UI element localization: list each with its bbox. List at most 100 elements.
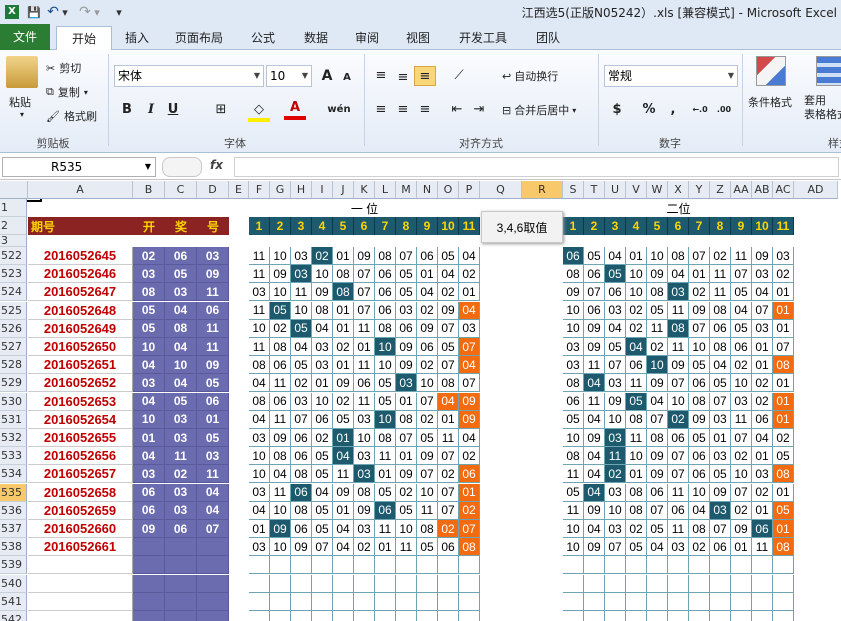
group2-cell[interactable]: 05	[647, 301, 668, 320]
empty-group1-cell[interactable]	[417, 574, 438, 593]
orientation-icon[interactable]: ⟋	[448, 66, 470, 86]
group2-cell[interactable]: 07	[710, 392, 731, 411]
empty-group1-cell[interactable]	[312, 611, 333, 621]
group1-cell[interactable]: 10	[270, 247, 291, 265]
group2-cell[interactable]: 01	[689, 265, 710, 284]
row-header-534[interactable]: 534	[0, 465, 27, 484]
empty-group2-cell[interactable]	[731, 611, 752, 621]
insert-function-icon[interactable]: fx	[210, 158, 223, 172]
period-id-cell[interactable]: 2016052648	[28, 301, 133, 320]
empty-group2-cell[interactable]	[752, 611, 773, 621]
group2-cell[interactable]: 11	[752, 538, 773, 557]
group1-cell[interactable]: 04	[333, 447, 354, 466]
group2-cell[interactable]: 05	[647, 520, 668, 538]
empty-group1-cell[interactable]	[249, 574, 270, 593]
group1-cell[interactable]: 06	[291, 483, 312, 502]
group1-cell[interactable]: 09	[333, 374, 354, 393]
period-id-cell[interactable]: 2016052645	[28, 247, 133, 265]
group1-cell[interactable]: 02	[459, 265, 480, 284]
period-id-cell[interactable]: 2016052649	[28, 319, 133, 338]
empty-group1-cell[interactable]	[270, 556, 291, 575]
group1-cell[interactable]: 07	[438, 447, 459, 466]
group2-cell[interactable]: 07	[752, 301, 773, 320]
empty-group1-cell[interactable]	[249, 611, 270, 621]
empty-group1-cell[interactable]	[333, 556, 354, 575]
row-header-541[interactable]: 541	[0, 592, 27, 611]
group1-cell[interactable]: 10	[270, 283, 291, 302]
group2-cell[interactable]: 08	[773, 538, 794, 557]
column-header-A[interactable]: A	[28, 181, 133, 199]
column-header-V[interactable]: V	[626, 181, 647, 199]
empty-group1-cell[interactable]	[438, 611, 459, 621]
undo-dropdown-icon[interactable]: ▾	[60, 3, 70, 21]
draw-number-cell[interactable]: 05	[197, 429, 229, 447]
group1-cell[interactable]: 06	[291, 520, 312, 538]
group1-cell[interactable]: 02	[438, 283, 459, 302]
group1-cell[interactable]: 09	[270, 520, 291, 538]
draw-number-cell[interactable]: 06	[133, 483, 165, 502]
group2-cell[interactable]: 07	[605, 538, 626, 557]
tab-5[interactable]: 数据	[290, 26, 342, 50]
group2-cell[interactable]: 10	[731, 465, 752, 484]
group1-cell[interactable]: 11	[354, 356, 375, 375]
group1-cell[interactable]: 07	[459, 374, 480, 393]
group1-cell[interactable]: 02	[459, 447, 480, 466]
group2-cell[interactable]: 10	[647, 356, 668, 375]
draw-number-cell[interactable]: 05	[165, 392, 197, 411]
group2-cell[interactable]: 05	[710, 374, 731, 393]
empty-group1-cell[interactable]	[270, 611, 291, 621]
group2-cell[interactable]: 06	[689, 447, 710, 466]
group1-cell[interactable]: 08	[249, 356, 270, 375]
group2-cell[interactable]: 11	[584, 392, 605, 411]
column-header-N[interactable]: N	[417, 181, 438, 199]
period-id-cell[interactable]: 2016052650	[28, 338, 133, 356]
group1-cell[interactable]: 08	[333, 265, 354, 284]
empty-group2-cell[interactable]	[605, 574, 626, 593]
empty-group1-cell[interactable]	[396, 611, 417, 621]
empty-draw-cell[interactable]	[197, 556, 229, 575]
draw-number-cell[interactable]: 03	[197, 247, 229, 265]
group1-cell[interactable]: 03	[249, 429, 270, 447]
empty-group1-cell[interactable]	[438, 592, 459, 611]
percent-button[interactable]: %	[638, 100, 660, 120]
draw-number-cell[interactable]: 04	[197, 483, 229, 502]
group1-cell[interactable]: 07	[417, 392, 438, 411]
draw-number-cell[interactable]: 03	[165, 283, 197, 302]
empty-draw-cell[interactable]	[165, 574, 197, 593]
group1-cell[interactable]: 02	[333, 338, 354, 356]
group2-cell[interactable]: 07	[647, 410, 668, 429]
empty-group1-cell[interactable]	[396, 574, 417, 593]
group2-cell[interactable]: 09	[668, 356, 689, 375]
empty-cell[interactable]	[28, 556, 133, 575]
draw-number-cell[interactable]: 06	[197, 301, 229, 320]
group1-cell[interactable]: 03	[354, 520, 375, 538]
empty-group2-cell[interactable]	[710, 556, 731, 575]
group2-cell[interactable]: 10	[563, 538, 584, 557]
redo-dropdown-icon[interactable]: ▾	[92, 3, 102, 21]
empty-group1-cell[interactable]	[312, 592, 333, 611]
row-header-525[interactable]: 525	[0, 301, 27, 320]
column-header-AA[interactable]: AA	[731, 181, 752, 199]
draw-number-cell[interactable]: 04	[133, 392, 165, 411]
empty-group1-cell[interactable]	[459, 592, 480, 611]
empty-group2-cell[interactable]	[647, 556, 668, 575]
group1-cell[interactable]: 02	[270, 319, 291, 338]
group1-cell[interactable]: 02	[417, 356, 438, 375]
column-header-O[interactable]: O	[438, 181, 459, 199]
empty-group1-cell[interactable]	[291, 611, 312, 621]
row-header-527[interactable]: 527	[0, 338, 27, 356]
group1-cell[interactable]: 10	[270, 501, 291, 520]
group1-cell[interactable]: 01	[459, 283, 480, 302]
empty-group1-cell[interactable]	[438, 574, 459, 593]
group1-cell[interactable]: 01	[438, 410, 459, 429]
row-header-523[interactable]: 523	[0, 265, 27, 284]
draw-number-cell[interactable]	[133, 538, 165, 557]
group1-cell[interactable]: 10	[375, 338, 396, 356]
group2-cell[interactable]: 08	[626, 501, 647, 520]
group1-cell[interactable]: 05	[396, 283, 417, 302]
empty-group1-cell[interactable]	[375, 611, 396, 621]
draw-number-cell[interactable]: 04	[133, 356, 165, 375]
group1-cell[interactable]: 04	[438, 265, 459, 284]
row-header-539[interactable]: 539	[0, 556, 27, 575]
empty-draw-cell[interactable]	[133, 592, 165, 611]
